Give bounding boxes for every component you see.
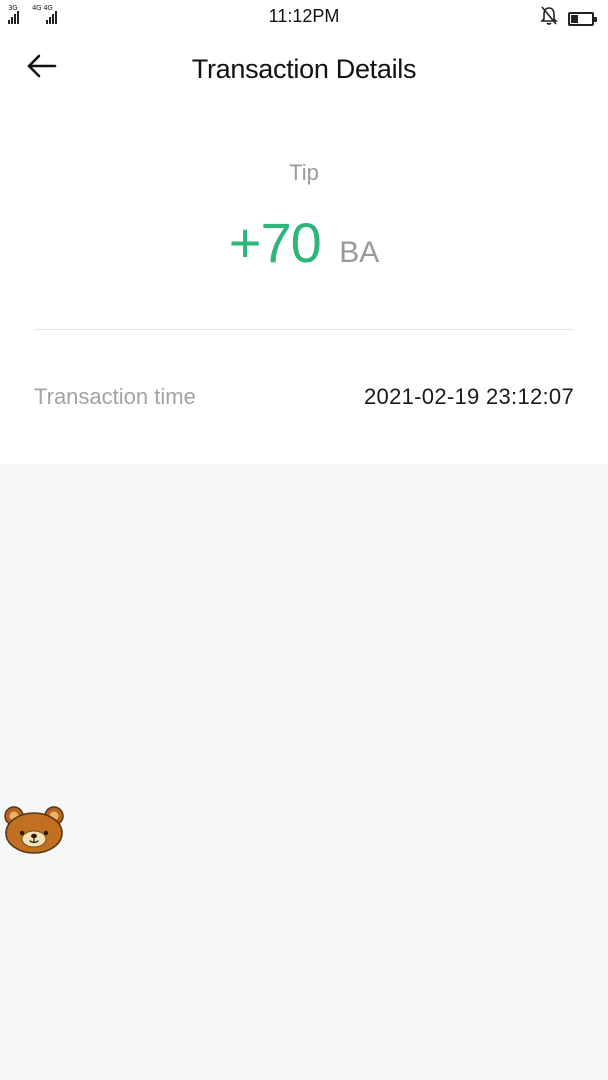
amount-row: +70 BA — [0, 210, 608, 275]
detail-row-transaction-time: Transaction time 2021-02-19 23:12:07 — [34, 384, 574, 410]
battery-level — [571, 14, 578, 23]
floating-bear-button[interactable] — [2, 804, 66, 856]
battery-icon — [568, 11, 597, 26]
amount-value: +70 — [228, 211, 322, 274]
status-time: 11:12PM — [268, 6, 340, 26]
divider — [34, 329, 574, 330]
amount-unit: BA — [339, 236, 380, 269]
detail-value: 2021-02-19 23:12:07 — [364, 384, 574, 409]
transaction-type: Tip — [289, 160, 319, 185]
transaction-card: Tip +70 BA Transaction time 2021-02-19 2… — [0, 106, 608, 464]
detail-label: Transaction time — [34, 384, 196, 409]
status-right-icons — [540, 6, 597, 31]
bell-off-icon — [540, 6, 558, 31]
bear-face-icon — [2, 806, 66, 860]
screen: 3G 4G 4G 11:12PM Transaction Details Tip… — [0, 0, 608, 1080]
status-bar: 3G 4G 4G 11:12PM — [0, 0, 608, 34]
page-title: Transaction Details — [191, 54, 417, 84]
header: Transaction Details — [0, 34, 608, 106]
